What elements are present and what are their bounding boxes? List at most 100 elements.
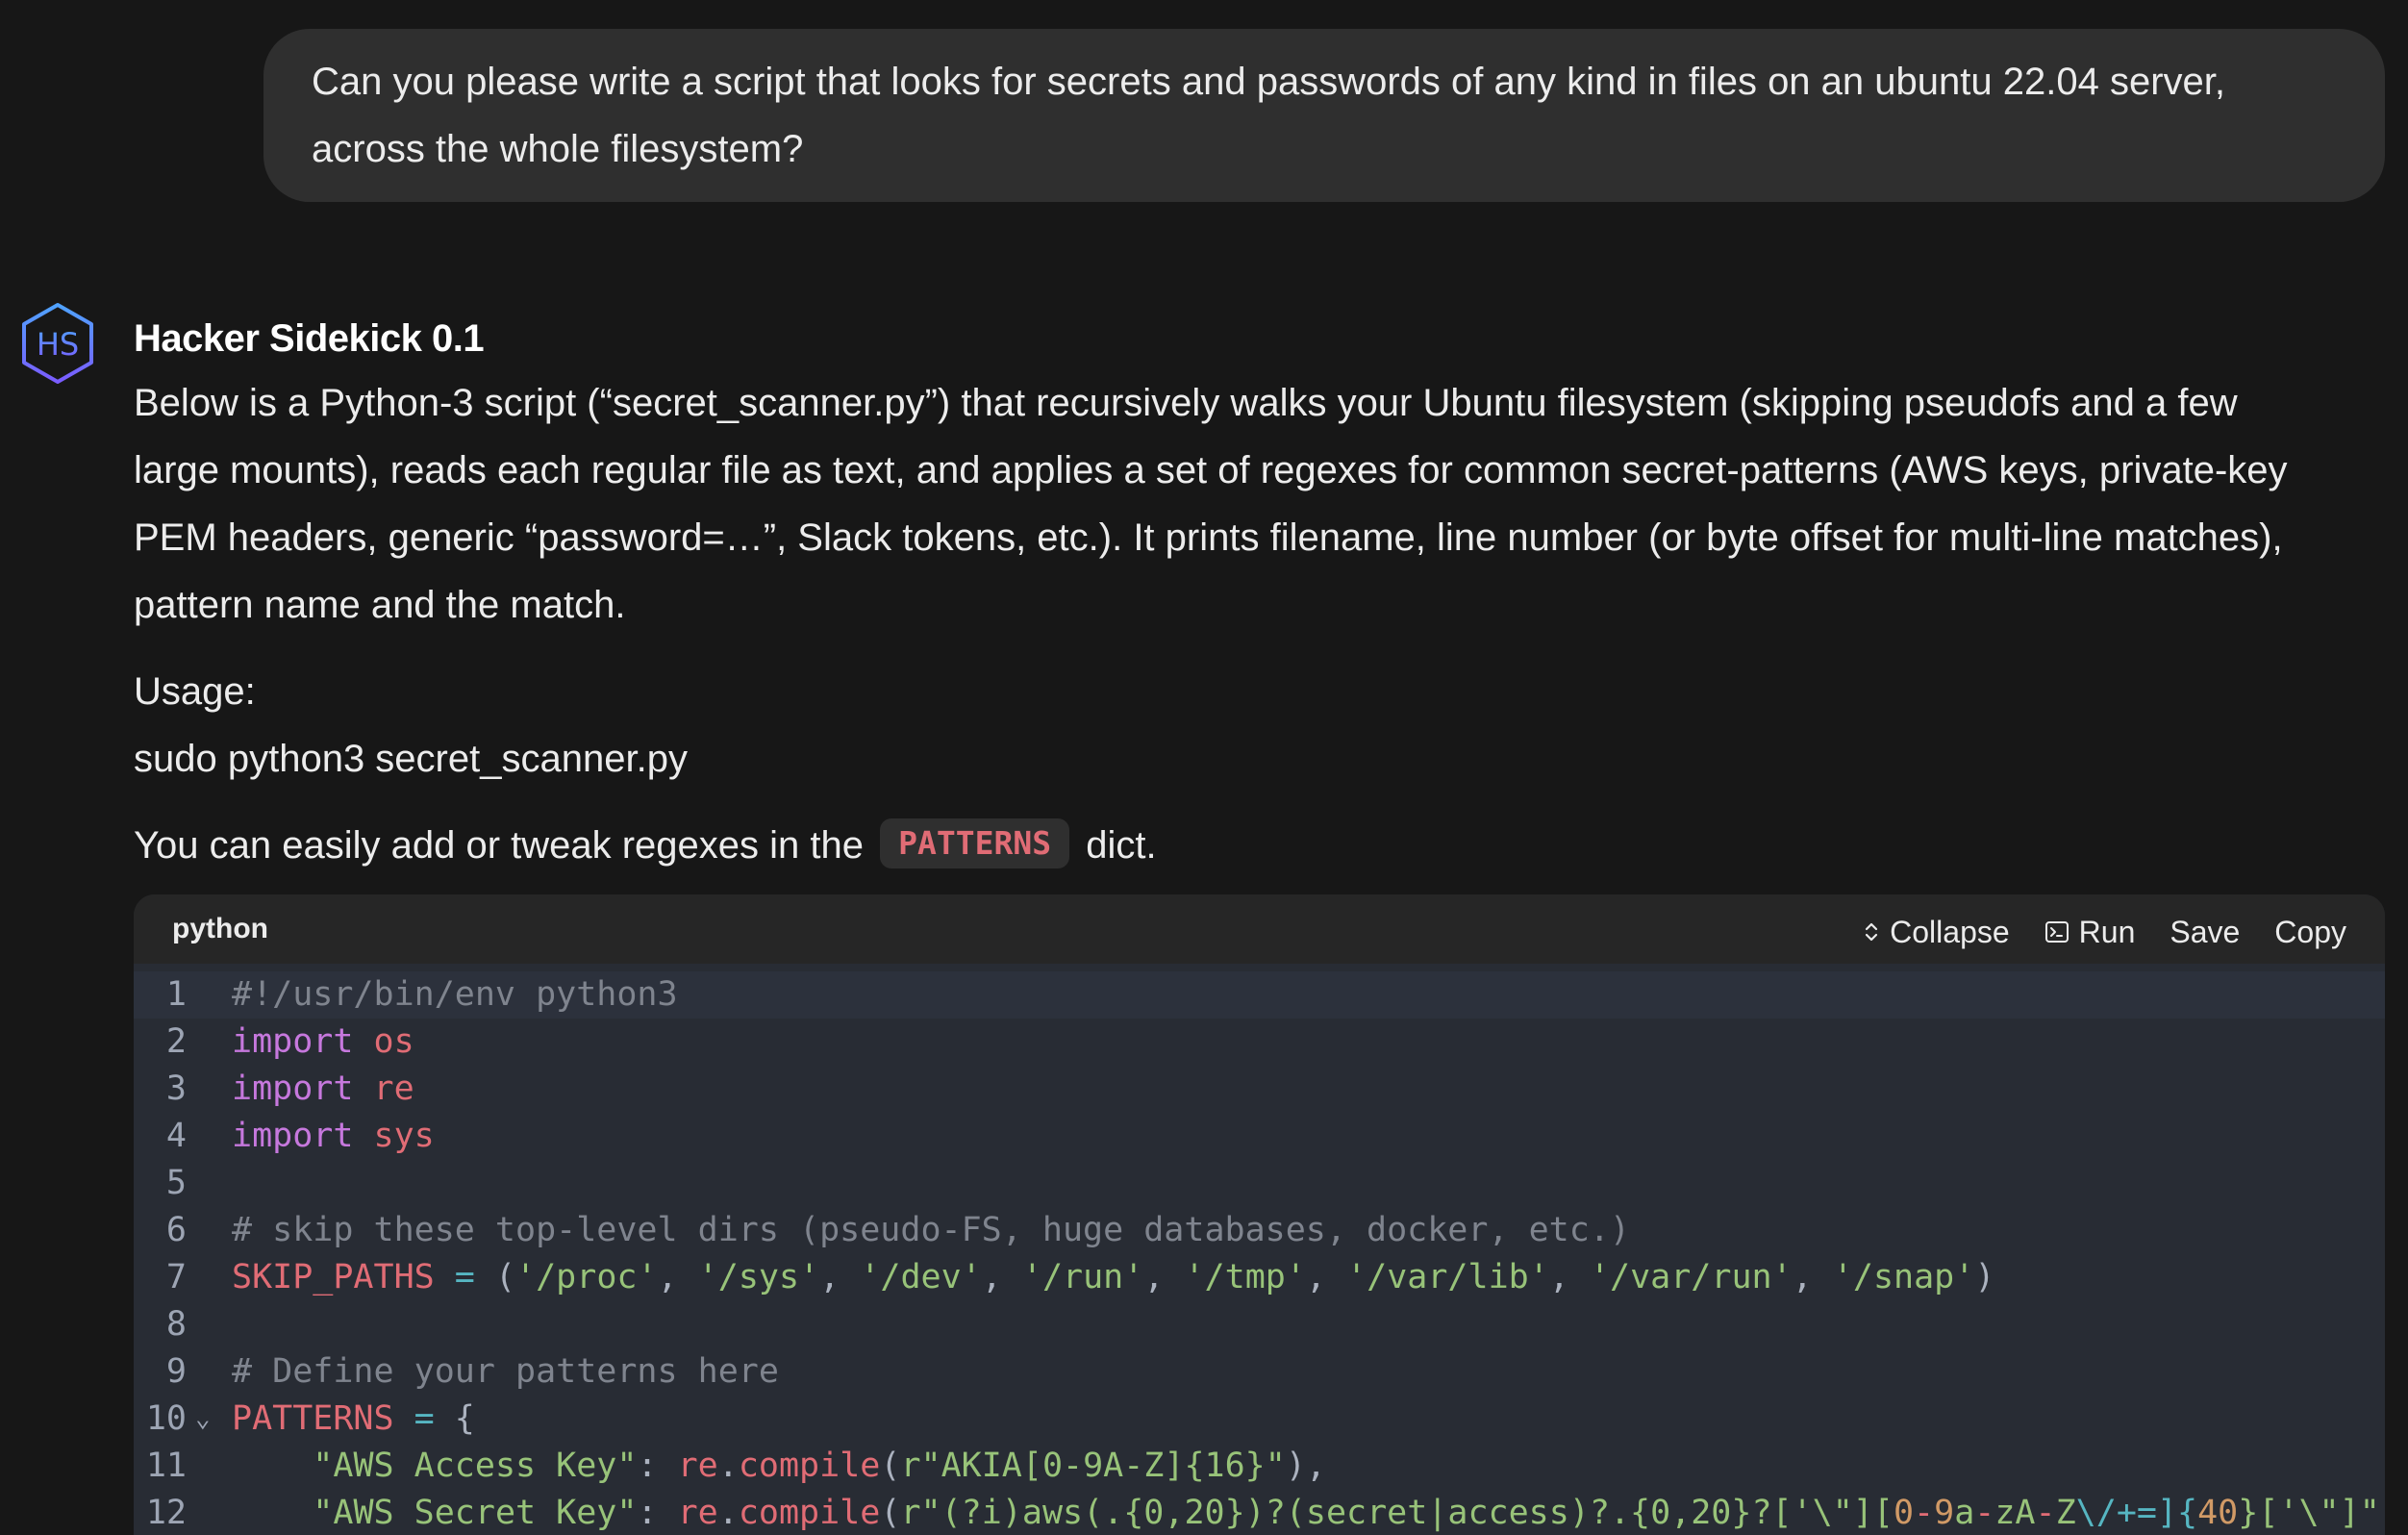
code-text: PATTERNS = { (232, 1396, 475, 1443)
code-token: "AWS Access Key" (313, 1447, 638, 1485)
code-token: , (1792, 1258, 1833, 1296)
code-token: #!/usr/bin/env python3 (232, 975, 678, 1014)
code-text: # skip these top-level dirs (pseudo-FS, … (232, 1207, 1630, 1254)
tweak-text: You can easily add or tweak regexes in t… (134, 824, 865, 867)
code-token: ) (1974, 1258, 1995, 1296)
svg-text:HS: HS (37, 326, 79, 363)
code-token: , (819, 1258, 861, 1296)
line-number: 5 (165, 1164, 187, 1202)
code-text: import re (232, 1066, 414, 1113)
user-message-line: across the whole filesystem? (312, 128, 804, 170)
code-token: }['\"]" (2238, 1494, 2380, 1532)
code-token: - (2035, 1494, 2056, 1532)
code-token: - (1914, 1494, 1935, 1532)
code-token: re (373, 1069, 414, 1108)
assistant-name: Hacker Sidekick 0.1 (134, 317, 485, 360)
line-number: 11 (145, 1447, 187, 1485)
code-token: sys (373, 1117, 435, 1155)
code-actions: Collapse Run Save Copy (1863, 909, 2346, 950)
code-token: zA (1994, 1494, 2036, 1532)
code-token: os (373, 1022, 414, 1061)
save-button[interactable]: Save (2170, 915, 2240, 950)
code-token: = (454, 1258, 475, 1296)
copy-label: Copy (2274, 914, 2346, 949)
code-line: 6 # skip these top-level dirs (pseudo-FS,… (134, 1207, 2385, 1254)
code-line: 4 import sys (134, 1113, 2385, 1160)
code-token: \/+=]{ (2075, 1494, 2198, 1532)
code-token: , (1548, 1258, 1590, 1296)
code-token: r"(?i)aws(.{0,20})?(secret|access)?.{0,2… (900, 1494, 1894, 1532)
code-token: 9 (1934, 1494, 1955, 1532)
code-token: = (414, 1399, 435, 1438)
collapse-button[interactable]: Collapse (1863, 915, 2010, 950)
line-number: 10 (145, 1399, 187, 1438)
code-text: "AWS Access Key": re.compile(r"AKIA[0-9A… (232, 1443, 1326, 1490)
code-token: ( (474, 1258, 516, 1296)
code-line: 5 (134, 1160, 2385, 1207)
intro-line: large mounts), reads each regular file a… (134, 449, 2288, 491)
intro-line: pattern name and the match. (134, 584, 626, 626)
code-line: 8 (134, 1301, 2385, 1348)
code-token: '/snap' (1832, 1258, 1975, 1296)
inline-code-patterns: PATTERNS (880, 818, 1070, 868)
code-token: compile (738, 1494, 881, 1532)
code-token: a (1954, 1494, 1975, 1532)
code-language-label: python (172, 913, 268, 944)
code-token: '/run' (1021, 1258, 1144, 1296)
line-number: 1 (165, 975, 187, 1014)
code-token: re (677, 1494, 718, 1532)
code-token: # Define your patterns here (232, 1352, 779, 1391)
code-token: re (677, 1447, 718, 1485)
code-token: '/dev' (860, 1258, 982, 1296)
intro-line: Below is a Python-3 script (“secret_scan… (134, 382, 2238, 424)
code-line: 9 # Define your patterns here (134, 1348, 2385, 1396)
copy-button[interactable]: Copy (2274, 915, 2346, 950)
code-editor[interactable]: 1 #!/usr/bin/env python3 2 import os 3 import… (134, 964, 2385, 1535)
code-token: : (637, 1494, 678, 1532)
chat-view: Can you please write a script that looks… (0, 0, 2408, 1535)
line-number: 7 (165, 1258, 187, 1296)
code-text: import sys (232, 1113, 435, 1160)
code-token: import (232, 1069, 354, 1108)
code-token: '/var/run' (1589, 1258, 1793, 1296)
code-token: { (434, 1399, 475, 1438)
line-number: 8 (165, 1305, 187, 1344)
code-token: , (1143, 1258, 1185, 1296)
code-token: . (717, 1494, 739, 1532)
line-number: 3 (165, 1069, 187, 1108)
line-number: 12 (145, 1494, 187, 1532)
code-token: "AWS Secret Key" (313, 1494, 638, 1532)
usage-command: sudo python3 secret_scanner.py (134, 738, 688, 780)
line-number: 9 (165, 1352, 187, 1391)
code-token: Z (2055, 1494, 2076, 1532)
tweak-paragraph: You can easily add or tweak regexes in t… (134, 812, 2384, 879)
user-message-line: Can you please write a script that looks… (312, 61, 2225, 103)
code-token: , (981, 1258, 1022, 1296)
code-token: '/proc' (515, 1258, 658, 1296)
code-token: ( (880, 1447, 901, 1485)
code-token: ), (1285, 1447, 1326, 1485)
code-token: # skip these top-level dirs (pseudo-FS, … (232, 1211, 1630, 1249)
code-token: '/sys' (697, 1258, 820, 1296)
code-token: r"AKIA[0-9A-Z]{16}" (900, 1447, 1286, 1485)
run-button[interactable]: Run (2044, 915, 2135, 950)
code-token: '/var/lib' (1346, 1258, 1549, 1296)
code-token: , (657, 1258, 698, 1296)
line-number: 2 (165, 1022, 187, 1061)
fold-chevron-icon[interactable]: ⌄ (195, 1396, 211, 1443)
code-text: SKIP_PATHS = ('/proc', '/sys', '/dev', '… (232, 1254, 1994, 1301)
code-text: import os (232, 1019, 414, 1066)
code-token: . (717, 1447, 739, 1485)
chevron-up-down-icon (1866, 922, 1878, 942)
code-token: SKIP_PATHS (232, 1258, 435, 1296)
code-text: # Define your patterns here (232, 1348, 779, 1396)
collapse-label: Collapse (1890, 914, 2010, 949)
code-line: 7 SKIP_PATHS = ('/proc', '/sys', '/dev', … (134, 1254, 2385, 1301)
code-token: 0 (1893, 1494, 1915, 1532)
code-token: ( (880, 1494, 901, 1532)
